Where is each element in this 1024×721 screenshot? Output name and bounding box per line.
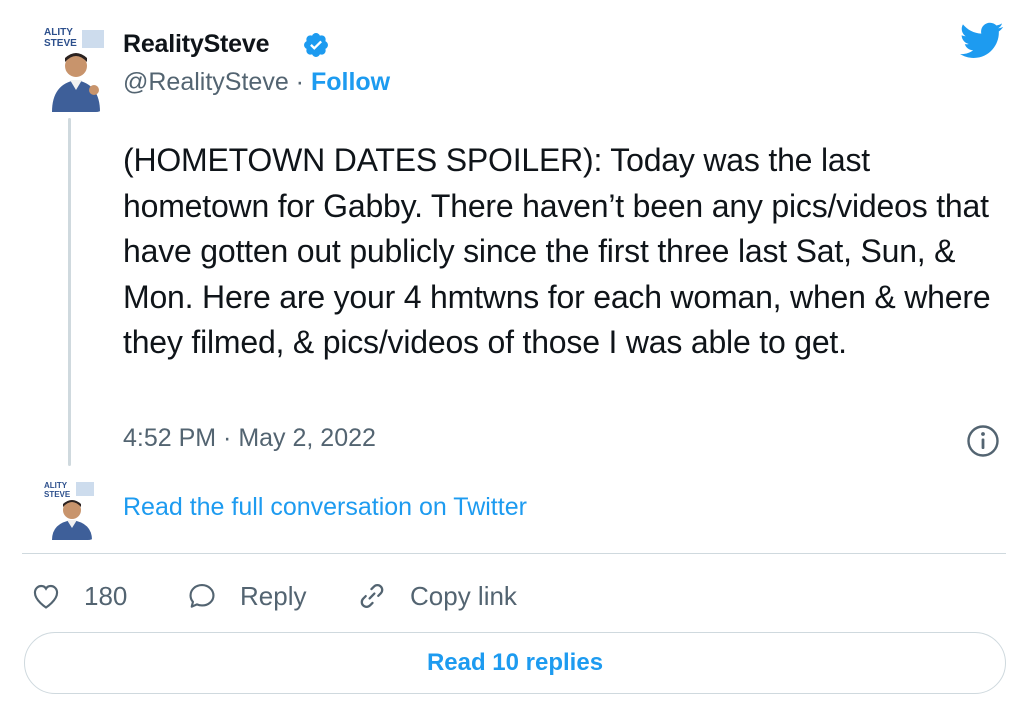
svg-text:STEVE: STEVE bbox=[44, 38, 77, 49]
svg-text:STEVE: STEVE bbox=[44, 490, 71, 499]
thread-line bbox=[68, 118, 71, 466]
divider bbox=[22, 553, 1006, 554]
info-icon[interactable] bbox=[966, 424, 1000, 458]
heart-icon bbox=[33, 584, 59, 609]
twitter-bird-icon[interactable] bbox=[960, 22, 1004, 60]
avatar[interactable]: ALITY STEVE bbox=[42, 24, 106, 112]
verified-icon bbox=[304, 33, 328, 57]
read-full-conversation-link[interactable]: Read the full conversation on Twitter bbox=[123, 493, 527, 522]
link-icon bbox=[360, 584, 384, 608]
tweet-timestamp[interactable]: 4:52 PM · May 2, 2022 bbox=[123, 424, 376, 453]
reply-label: Reply bbox=[240, 580, 307, 611]
author-handle[interactable]: @RealitySteve bbox=[123, 68, 289, 96]
tweet-text: (HOMETOWN DATES SPOILER): Today was the … bbox=[123, 142, 991, 360]
author-name[interactable]: RealitySteve bbox=[123, 30, 269, 59]
handle-row: @RealitySteve · Follow bbox=[123, 68, 390, 97]
reply-bubble-icon bbox=[189, 584, 215, 608]
reply-button[interactable]: Reply bbox=[186, 578, 306, 614]
like-count: 180 bbox=[84, 580, 128, 611]
like-button[interactable]: 180 bbox=[30, 578, 127, 614]
svg-text:ALITY: ALITY bbox=[44, 481, 68, 490]
conversation-avatar[interactable]: ALITY STEVE bbox=[42, 478, 98, 540]
handle-separator: · bbox=[288, 68, 311, 96]
avatar-logo-text: ALITY bbox=[44, 27, 73, 38]
follow-link[interactable]: Follow bbox=[311, 68, 390, 96]
copy-link-button[interactable]: Copy link bbox=[356, 578, 517, 614]
read-replies-button[interactable]: Read 10 replies bbox=[24, 632, 1006, 694]
copy-link-label: Copy link bbox=[410, 580, 517, 611]
